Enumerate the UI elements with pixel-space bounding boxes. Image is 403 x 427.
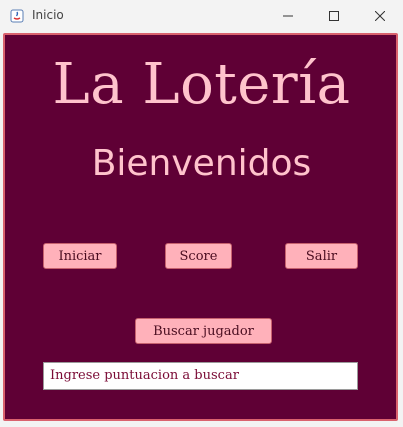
iniciar-button[interactable]: Iniciar [43,243,117,269]
welcome-heading: Bienvenidos [91,143,312,184]
minimize-icon [283,15,293,17]
game-title: La Lotería [52,52,351,117]
window-titlebar[interactable]: Inicio [0,0,403,32]
maximize-button[interactable] [311,0,357,32]
buscar-jugador-button[interactable]: Buscar jugador [135,318,272,344]
salir-button[interactable]: Salir [285,243,358,269]
minimize-button[interactable] [265,0,311,32]
window-title: Inicio [32,8,64,22]
close-icon [375,11,385,21]
close-button[interactable] [357,0,403,32]
java-app-icon [10,9,24,23]
maximize-icon [329,11,339,21]
score-button[interactable]: Score [165,243,232,269]
score-search-input[interactable]: Ingrese puntuacion a buscar [43,362,358,390]
